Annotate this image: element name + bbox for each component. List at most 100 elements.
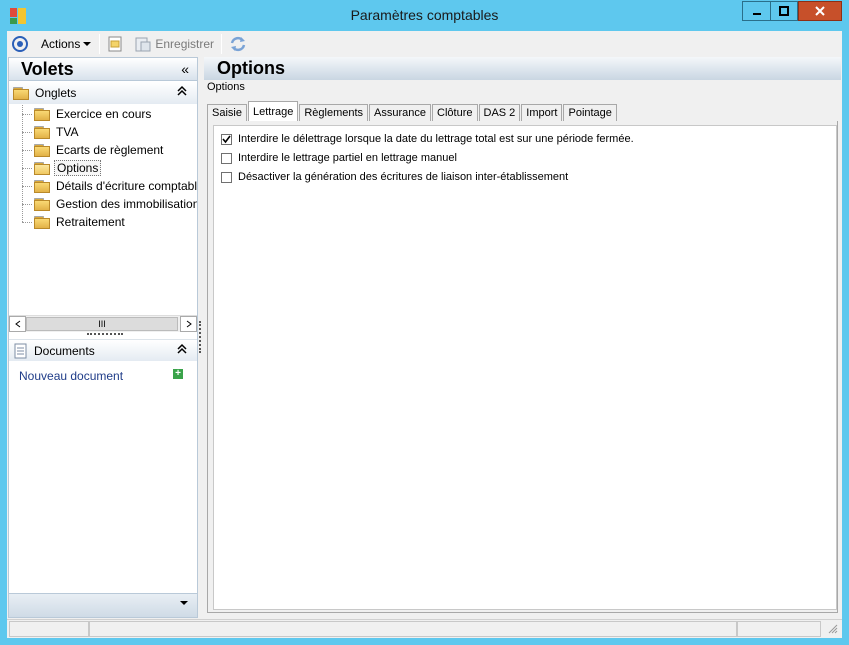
tree-item-retraitement[interactable]: Retraitement — [22, 213, 127, 231]
tree-item-label: TVA — [56, 125, 79, 139]
maximize-button[interactable] — [770, 1, 798, 21]
save-label: Enregistrer — [155, 36, 215, 51]
maximize-icon — [779, 6, 789, 16]
tab-panel-lettrage: Interdire le délettrage lorsque la date … — [207, 121, 838, 613]
chevron-up-double-icon[interactable] — [177, 343, 187, 355]
tab-pointage[interactable]: Pointage — [563, 104, 617, 121]
collapse-panel-icon[interactable]: « — [181, 61, 189, 77]
tab-saisie[interactable]: Saisie — [207, 104, 247, 121]
refresh-button[interactable] — [226, 33, 250, 55]
tree-item-label: Gestion des immobilisations — [56, 197, 197, 211]
size-grip-icon[interactable] — [828, 624, 838, 634]
group-label-documents: Documents — [34, 343, 95, 358]
folder-icon — [13, 86, 29, 100]
chevron-down-icon[interactable] — [179, 599, 189, 607]
chevron-left-icon — [14, 320, 20, 328]
folder-icon — [34, 215, 50, 229]
tree-item-label: Détails d'écriture comptable — [56, 179, 197, 193]
documents-area: Nouveau document + — [9, 363, 197, 403]
tab-cloture[interactable]: Clôture — [432, 104, 478, 121]
folder-icon — [34, 125, 50, 139]
left-panel: Volets « Onglets Exercice en cours TVA E… — [8, 57, 198, 618]
checkbox[interactable] — [221, 171, 232, 183]
folder-icon — [34, 143, 50, 157]
scroll-thumb[interactable]: III — [26, 317, 178, 331]
scroll-left-button[interactable] — [9, 316, 26, 332]
status-cell — [89, 621, 737, 637]
new-document-link[interactable]: Nouveau document — [19, 369, 123, 383]
horizontal-scrollbar[interactable]: III — [9, 315, 197, 332]
refresh-icon — [230, 36, 246, 51]
status-bar — [7, 619, 842, 638]
option-label: Interdire le délettrage lorsque la date … — [238, 133, 634, 145]
save-icon — [135, 37, 151, 51]
tabs-tree: Exercice en cours TVA Ecarts de règlemen… — [9, 105, 197, 315]
right-panel-header: Options — [204, 57, 841, 80]
left-panel-header: Volets « — [9, 58, 197, 81]
folder-icon — [34, 197, 50, 211]
resize-grip[interactable] — [87, 333, 123, 336]
option-interdire-lettrage-partiel[interactable]: Interdire le lettrage partiel en lettrag… — [221, 152, 457, 164]
open-folder-icon — [34, 161, 50, 175]
scroll-right-button[interactable] — [180, 316, 197, 332]
toolbar-separator — [99, 33, 101, 54]
tab-strip: Saisie Lettrage Règlements Assurance Clô… — [207, 101, 618, 121]
actions-label: Actions — [41, 36, 81, 51]
tree-item-label: Exercice en cours — [56, 107, 152, 121]
status-cell — [737, 621, 821, 637]
tab-lettrage[interactable]: Lettrage — [247, 101, 299, 121]
page-title: Options — [217, 58, 285, 78]
folder-icon — [34, 179, 50, 193]
tree-item-details[interactable]: Détails d'écriture comptable — [22, 177, 197, 195]
tree-item-options[interactable]: Options — [22, 159, 102, 177]
tree-item-label: Ecarts de règlement — [56, 143, 164, 157]
chevron-up-double-icon[interactable] — [177, 85, 187, 97]
save-button[interactable]: Enregistrer — [132, 33, 217, 55]
tab-assurance[interactable]: Assurance — [369, 104, 432, 121]
actions-menu-button[interactable]: Actions — [38, 33, 95, 55]
panel-footer[interactable] — [9, 593, 197, 617]
options-list: Interdire le délettrage lorsque la date … — [213, 125, 837, 610]
title-bar[interactable]: Paramètres comptables — [0, 0, 849, 30]
chevron-right-icon — [186, 320, 192, 328]
breadcrumb: Options — [207, 81, 245, 93]
toolbar-separator — [221, 33, 223, 54]
client-area: Actions Enregistrer Volets « Onglets Exe… — [7, 31, 842, 638]
nav-button[interactable] — [8, 33, 32, 55]
option-desactiver-liaison[interactable]: Désactiver la génération des écritures d… — [221, 171, 568, 183]
panel-splitter[interactable] — [199, 321, 201, 353]
group-label-onglets: Onglets — [35, 86, 77, 100]
close-button[interactable] — [798, 1, 842, 21]
tree-item-label: Retraitement — [56, 215, 125, 229]
option-label: Désactiver la génération des écritures d… — [238, 171, 569, 183]
group-header-documents[interactable]: Documents — [9, 339, 197, 361]
tree-item-label: Options — [54, 160, 102, 176]
chevron-down-icon — [83, 41, 92, 46]
tree-item-ecarts[interactable]: Ecarts de règlement — [22, 141, 165, 159]
option-label: Interdire le lettrage partiel en lettrag… — [238, 152, 457, 164]
checkbox[interactable] — [221, 133, 232, 145]
minimize-button[interactable] — [742, 1, 770, 21]
tab-reglements[interactable]: Règlements — [299, 104, 369, 121]
tree-item-tva[interactable]: TVA — [22, 123, 80, 141]
folder-icon — [34, 107, 50, 121]
close-icon — [815, 6, 825, 16]
tab-das2[interactable]: DAS 2 — [478, 104, 521, 121]
status-cell — [9, 621, 89, 637]
window-title: Paramètres comptables — [350, 7, 499, 23]
option-interdire-delettrage[interactable]: Interdire le délettrage lorsque la date … — [221, 133, 634, 145]
add-icon[interactable]: + — [173, 369, 183, 379]
group-header-onglets[interactable]: Onglets — [9, 82, 197, 104]
tab-import[interactable]: Import — [521, 104, 563, 121]
document-icon — [14, 343, 27, 358]
app-window: Paramètres comptables Actions Enregistre… — [0, 0, 849, 645]
right-panel: Options Options Saisie Lettrage Règlemen… — [204, 57, 841, 618]
checkbox[interactable] — [221, 152, 232, 164]
new-button[interactable] — [104, 33, 126, 55]
tree-item-exercice[interactable]: Exercice en cours — [22, 105, 153, 123]
toolbar: Actions Enregistrer — [7, 31, 842, 56]
tree-item-immobilisations[interactable]: Gestion des immobilisations — [22, 195, 197, 213]
checkmark-icon — [222, 135, 231, 143]
target-circle-icon — [12, 35, 28, 52]
minimize-icon — [752, 13, 761, 15]
